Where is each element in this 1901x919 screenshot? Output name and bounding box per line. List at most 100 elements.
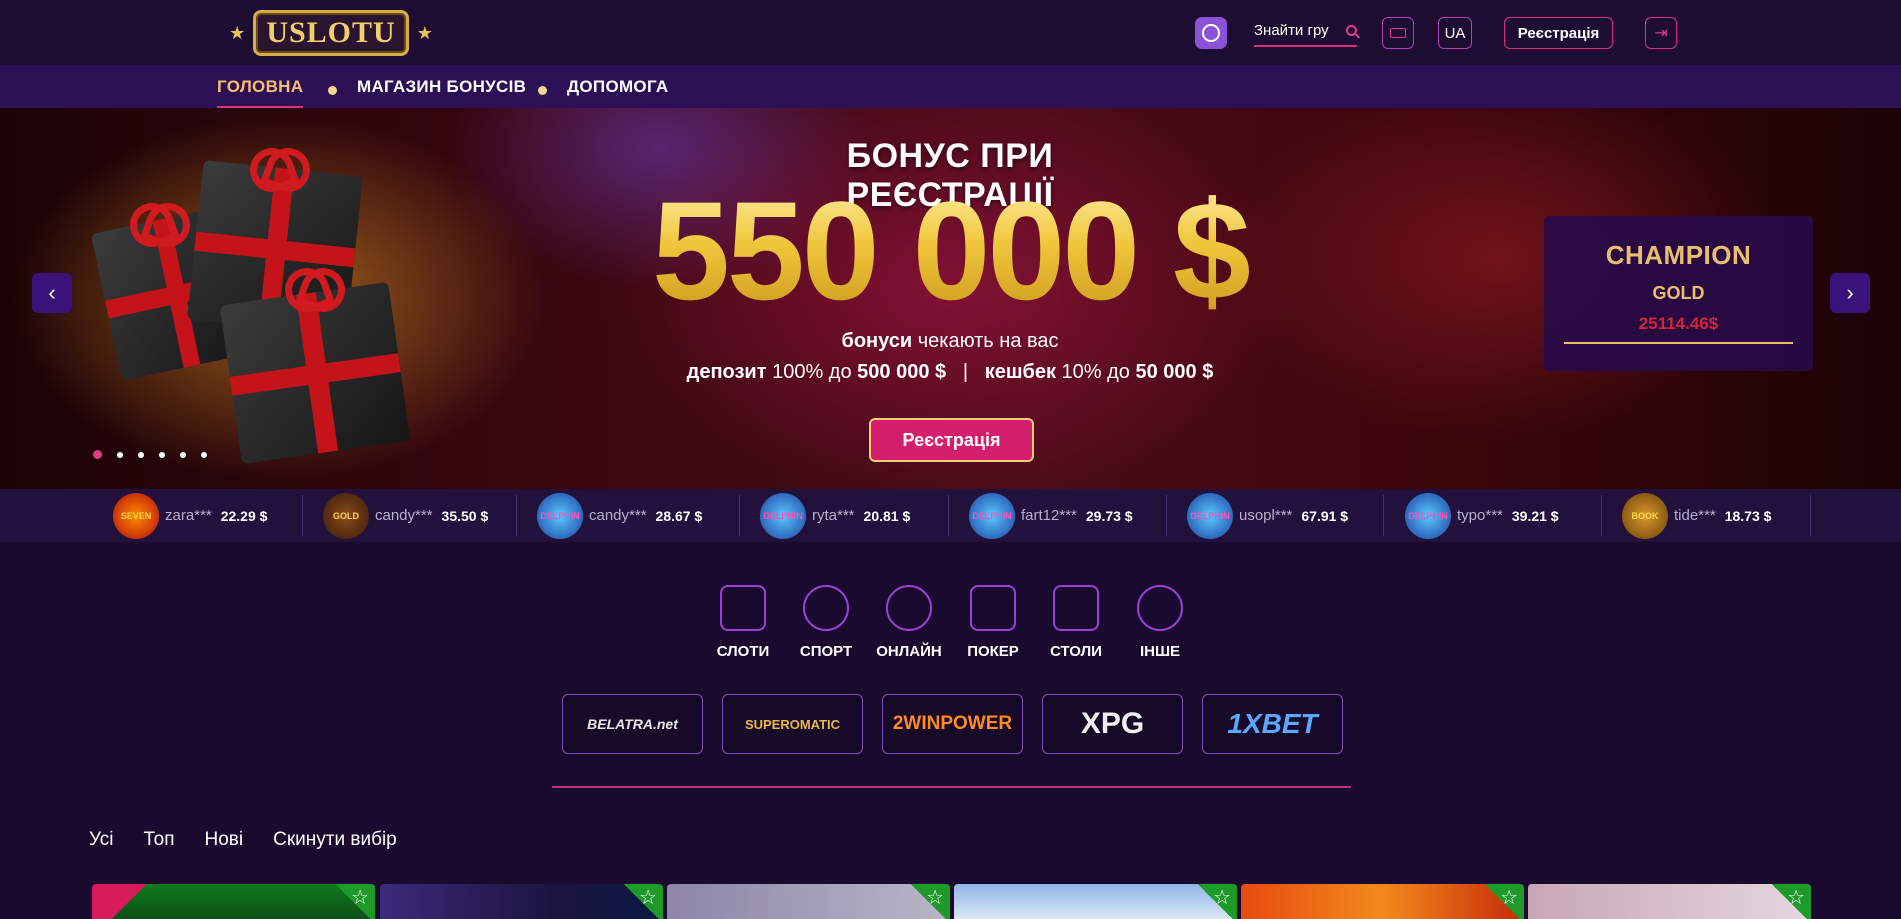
winner-item[interactable]: SEVEN zara*** 22.29 $ <box>113 489 267 542</box>
filter-reset[interactable]: Скинути вибір <box>273 829 397 851</box>
favorite-button[interactable]: ☆ <box>906 884 950 919</box>
register-button[interactable]: Реєстрація <box>1504 17 1613 49</box>
favorite-button[interactable]: ☆ <box>1480 884 1524 919</box>
carousel-dot[interactable] <box>180 451 186 458</box>
game-tile[interactable]: ☆ <box>92 884 375 919</box>
star-outline-icon: ☆ <box>1787 887 1805 909</box>
star-icon: ★ <box>229 22 246 43</box>
provider-xpg[interactable]: XPG <box>1042 694 1183 754</box>
favorite-button[interactable]: ☆ <box>1193 884 1237 919</box>
hero-subtitle: бонуси чекають на вас <box>640 330 1260 353</box>
category-label: СТОЛИ <box>1050 643 1102 660</box>
provider-2winpower[interactable]: 2WINPOWER <box>882 694 1023 754</box>
favorite-button[interactable]: ☆ <box>1767 884 1811 919</box>
chips-icon <box>886 585 932 631</box>
ticker-divider <box>1601 495 1602 536</box>
login-button[interactable]: ⇥ <box>1645 17 1677 49</box>
champion-title: CHAMPION <box>1605 240 1752 270</box>
search-icon <box>1346 24 1357 36</box>
game-tile[interactable]: ☆ <box>1528 884 1811 919</box>
profile-avatar-button[interactable] <box>1195 17 1227 49</box>
winner-name: tide*** <box>1674 507 1716 524</box>
category-poker[interactable]: ПОКЕР <box>958 585 1028 660</box>
section-divider <box>552 786 1351 788</box>
main-nav: ГОЛОВНА МАГАЗИН БОНУСІВ ДОПОМОГА <box>0 65 1901 109</box>
winner-item[interactable]: DELPHIN fart12*** 29.73 $ <box>969 489 1133 542</box>
dice-icon <box>1053 585 1099 631</box>
carousel-dot[interactable] <box>93 450 102 459</box>
nav-item-bonus-shop[interactable]: МАГАЗИН БОНУСІВ <box>357 77 526 97</box>
category-sport[interactable]: СПОРТ <box>791 585 861 660</box>
game-tile[interactable]: ☆ <box>1241 884 1524 919</box>
game-tile[interactable]: ☆ <box>667 884 950 919</box>
game-thumbnail: GOLD <box>323 492 369 539</box>
winner-name: candy*** <box>589 507 647 524</box>
favorite-button[interactable]: ☆ <box>331 884 375 919</box>
logo-text: SLOT <box>288 16 374 49</box>
winner-item[interactable]: DELPHIN candy*** 28.67 $ <box>537 489 702 542</box>
ticker-divider <box>302 495 303 536</box>
winner-name: fart12*** <box>1021 507 1077 524</box>
filter-top[interactable]: Топ <box>144 829 175 851</box>
carousel-dot[interactable] <box>201 451 207 458</box>
winner-item[interactable]: BOOK tide*** 18.73 $ <box>1622 489 1771 542</box>
top-header: ★ USLOTU ★ Знайти гру UA Реєстрація ⇥ <box>0 0 1901 65</box>
category-online[interactable]: ОНЛАЙН <box>874 585 944 660</box>
star-outline-icon: ☆ <box>351 887 369 909</box>
hero-register-button[interactable]: Реєстрація <box>869 418 1034 462</box>
category-tables[interactable]: СТОЛИ <box>1041 585 1111 660</box>
carousel-prev-button[interactable]: ‹ <box>32 273 72 313</box>
champion-amount: 25114.46$ <box>1638 314 1719 333</box>
ticker-divider <box>948 495 949 536</box>
carousel-dot[interactable] <box>138 451 144 458</box>
filter-all[interactable]: Усі <box>89 829 114 851</box>
language-selector[interactable]: UA <box>1438 17 1472 49</box>
offer-separator: | <box>962 361 969 383</box>
carousel-dot[interactable] <box>117 451 123 458</box>
winner-item[interactable]: DELPHIN ryta*** 20.81 $ <box>760 489 910 542</box>
hero-banner[interactable]: БОНУС ПРИ РЕЄСТРАЦІЇ 550 000 $ бонуси че… <box>0 108 1901 489</box>
filter-new[interactable]: Нові <box>205 829 244 851</box>
champion-progress-bar <box>1564 342 1793 344</box>
site-logo[interactable]: ★ USLOTU ★ <box>228 9 434 57</box>
game-thumbnail: DELPHIN <box>760 492 806 539</box>
winner-item[interactable]: DELPHIN usopl*** 67.91 $ <box>1187 489 1348 542</box>
nav-item-help[interactable]: ДОПОМОГА <box>567 77 668 97</box>
provider-belatra[interactable]: BELATRA.net <box>562 694 703 754</box>
recent-winners-ticker: SEVEN zara*** 22.29 $ GOLD candy*** 35.5… <box>0 489 1901 542</box>
game-tile[interactable]: ☆ <box>954 884 1237 919</box>
champion-level: GOLD <box>1652 283 1705 303</box>
winner-amount: 20.81 $ <box>863 507 911 524</box>
deposit-amount: 500 000 $ <box>857 361 947 383</box>
keyboard-icon <box>1390 28 1406 38</box>
winner-item[interactable]: GOLD candy*** 35.50 $ <box>323 489 488 542</box>
carousel-dot[interactable] <box>159 451 165 458</box>
game-thumbnail: DELPHIN <box>1405 492 1451 539</box>
gift-bow-image <box>250 148 310 182</box>
nav-item-home[interactable]: ГОЛОВНА <box>217 77 304 109</box>
ticker-divider <box>1810 495 1811 536</box>
nav-separator-dot <box>538 86 547 95</box>
winner-item[interactable]: DELPHIN typo*** 39.21 $ <box>1405 489 1559 542</box>
search-game-input[interactable]: Знайти гру <box>1254 15 1357 47</box>
keyboard-button[interactable] <box>1382 17 1414 49</box>
cashback-percent: 10% до <box>1055 361 1136 383</box>
provider-superomatic[interactable]: SUPEROMATIC <box>722 694 863 754</box>
category-label: ОНЛАЙН <box>876 643 942 660</box>
winner-name: ryta*** <box>812 507 855 524</box>
provider-1xbet[interactable]: 1XBET <box>1202 694 1343 754</box>
ticker-divider <box>1166 495 1167 536</box>
hero-offer-details: депозит 100% до 500 000 $ | кешбек 10% д… <box>600 361 1300 384</box>
game-tile[interactable]: ☆ <box>380 884 663 919</box>
favorite-button[interactable]: ☆ <box>619 884 663 919</box>
cashback-label: кешбек <box>984 361 1056 383</box>
carousel-dots <box>93 450 207 459</box>
category-slots[interactable]: СЛОТИ <box>708 585 778 660</box>
category-other[interactable]: ІНШЕ <box>1125 585 1195 660</box>
carousel-next-button[interactable]: › <box>1830 273 1870 313</box>
winner-amount: 39.21 $ <box>1511 507 1559 524</box>
winner-amount: 18.73 $ <box>1724 507 1772 524</box>
hero-subtitle-bold: бонуси <box>841 330 913 352</box>
poker-cards-icon <box>970 585 1016 631</box>
champion-card[interactable]: CHAMPION GOLD 25114.46$ <box>1544 216 1813 371</box>
